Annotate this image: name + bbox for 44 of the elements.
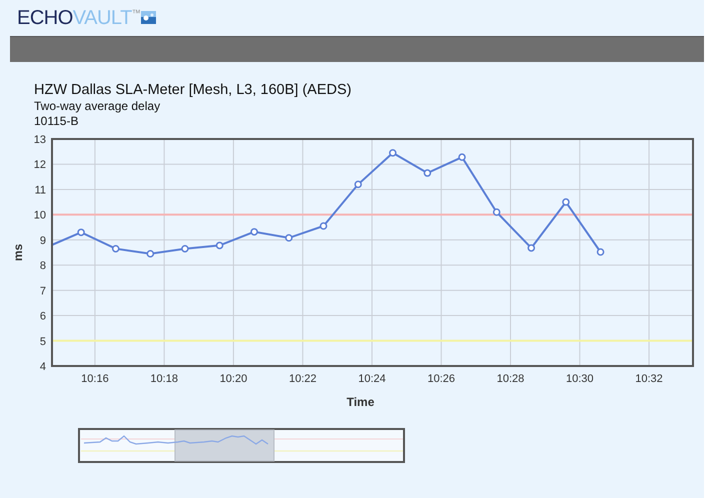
x-tick-label: 10:18	[150, 373, 178, 385]
data-point	[562, 198, 570, 206]
y-tick-label: 13	[34, 134, 46, 146]
data-point	[492, 208, 500, 216]
data-point	[458, 153, 466, 161]
y-tick-label: 8	[40, 260, 46, 272]
report-subtitle: Two-way average delay	[34, 99, 162, 114]
y-tick-label: 5	[40, 336, 46, 348]
x-tick-label: 10:28	[496, 373, 524, 385]
y-tick-label: 11	[34, 184, 46, 196]
logo-text: ECHOVAULT	[17, 6, 132, 30]
data-point	[181, 244, 189, 252]
y-tick-label: 4	[40, 361, 46, 373]
x-tick-label: 10:20	[220, 373, 248, 385]
logo-icon	[141, 11, 156, 24]
x-tick-label: 10:32	[635, 373, 663, 385]
data-point	[424, 169, 432, 177]
data-point	[528, 244, 536, 252]
x-tick-label: 10:24	[358, 373, 386, 385]
x-tick-label: 10:26	[427, 373, 455, 385]
navigator-drawing[interactable]	[78, 428, 406, 464]
y-tick-label: 12	[34, 159, 46, 172]
trademark-mark: ™	[132, 7, 140, 18]
report-id: 10115-B	[34, 114, 80, 129]
x-tick-label: 10:30	[566, 373, 594, 385]
data-point	[596, 248, 604, 256]
y-tick-label: 7	[40, 285, 46, 298]
y-tick-label: 6	[40, 310, 46, 323]
y-tick-label: 9	[40, 234, 46, 247]
y-tick-label: 10	[34, 210, 46, 222]
data-point	[354, 180, 362, 188]
y-axis-title: ms	[11, 244, 25, 262]
x-tick-label: 10:22	[288, 373, 316, 385]
data-point	[250, 228, 258, 236]
x-axis-title: Time	[346, 395, 374, 409]
x-tick-label: 10:16	[81, 373, 109, 385]
data-point	[112, 244, 120, 252]
report-title: HZW Dallas SLA-Meter [Mesh, L3, 160B] (AEDS)	[34, 82, 352, 99]
data-point	[389, 149, 396, 157]
data-point	[320, 222, 328, 230]
data-point	[146, 250, 154, 258]
data-point	[285, 234, 293, 242]
data-point	[216, 242, 224, 250]
data-point	[77, 228, 85, 236]
